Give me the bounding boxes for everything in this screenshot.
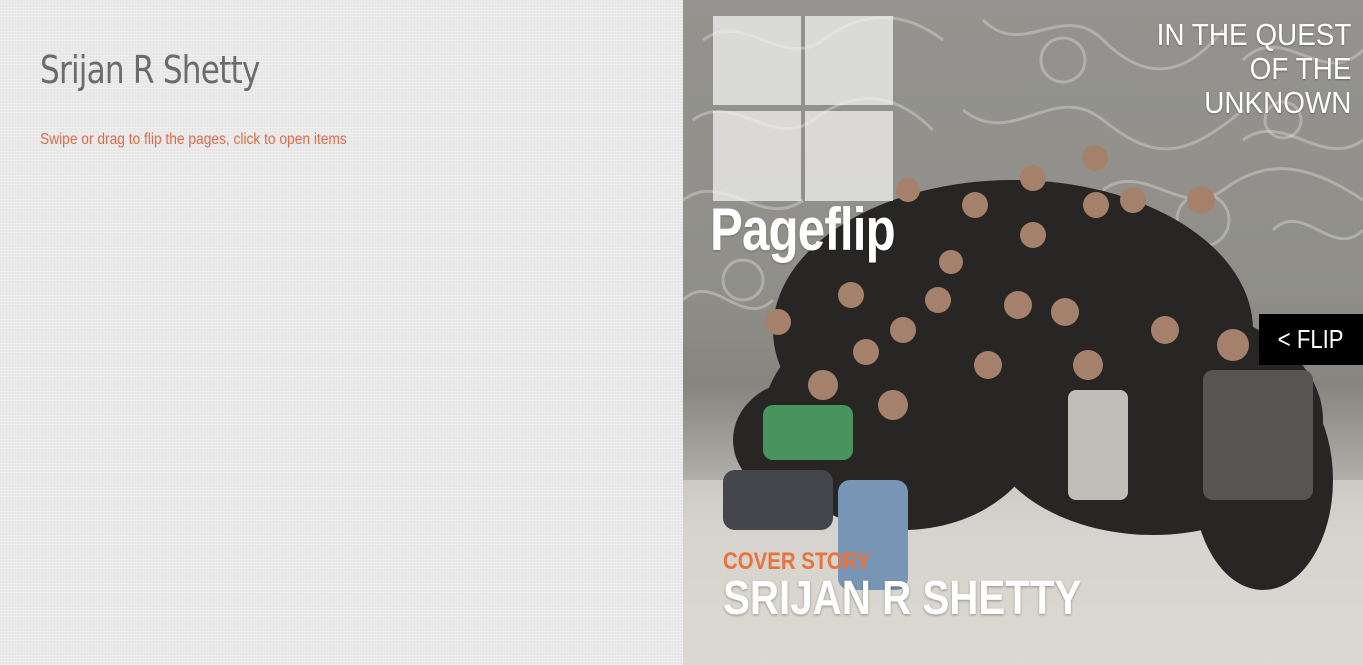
site-title: Srijan R Shetty bbox=[40, 48, 260, 92]
cover-tagline: IN THE QUEST OF THE UNKNOWN bbox=[1156, 18, 1351, 120]
cover-headline[interactable]: SRIJAN R SHETTY bbox=[723, 571, 1081, 626]
logo-tile bbox=[713, 16, 801, 105]
logo-tile bbox=[805, 111, 893, 201]
instructions-text: Swipe or drag to flip the pages, click t… bbox=[40, 131, 347, 148]
logo-tile bbox=[805, 16, 893, 105]
flip-button[interactable]: < FLIP bbox=[1259, 314, 1363, 365]
flip-button-label: < FLIP bbox=[1278, 324, 1344, 354]
tagline-line: UNKNOWN bbox=[1203, 85, 1351, 120]
left-page[interactable]: Srijan R Shetty Swipe or drag to flip th… bbox=[0, 0, 683, 665]
magazine-cover[interactable]: Pageflip IN THE QUEST OF THE UNKNOWN < F… bbox=[683, 0, 1363, 665]
brand-title: Pageflip bbox=[710, 196, 896, 263]
pageflip-logo bbox=[713, 16, 893, 201]
logo-tile bbox=[713, 111, 801, 201]
tagline-line: OF THE bbox=[1249, 51, 1351, 86]
tagline-line: IN THE QUEST bbox=[1156, 17, 1351, 52]
pageflip-viewer: Srijan R Shetty Swipe or drag to flip th… bbox=[0, 0, 1363, 665]
